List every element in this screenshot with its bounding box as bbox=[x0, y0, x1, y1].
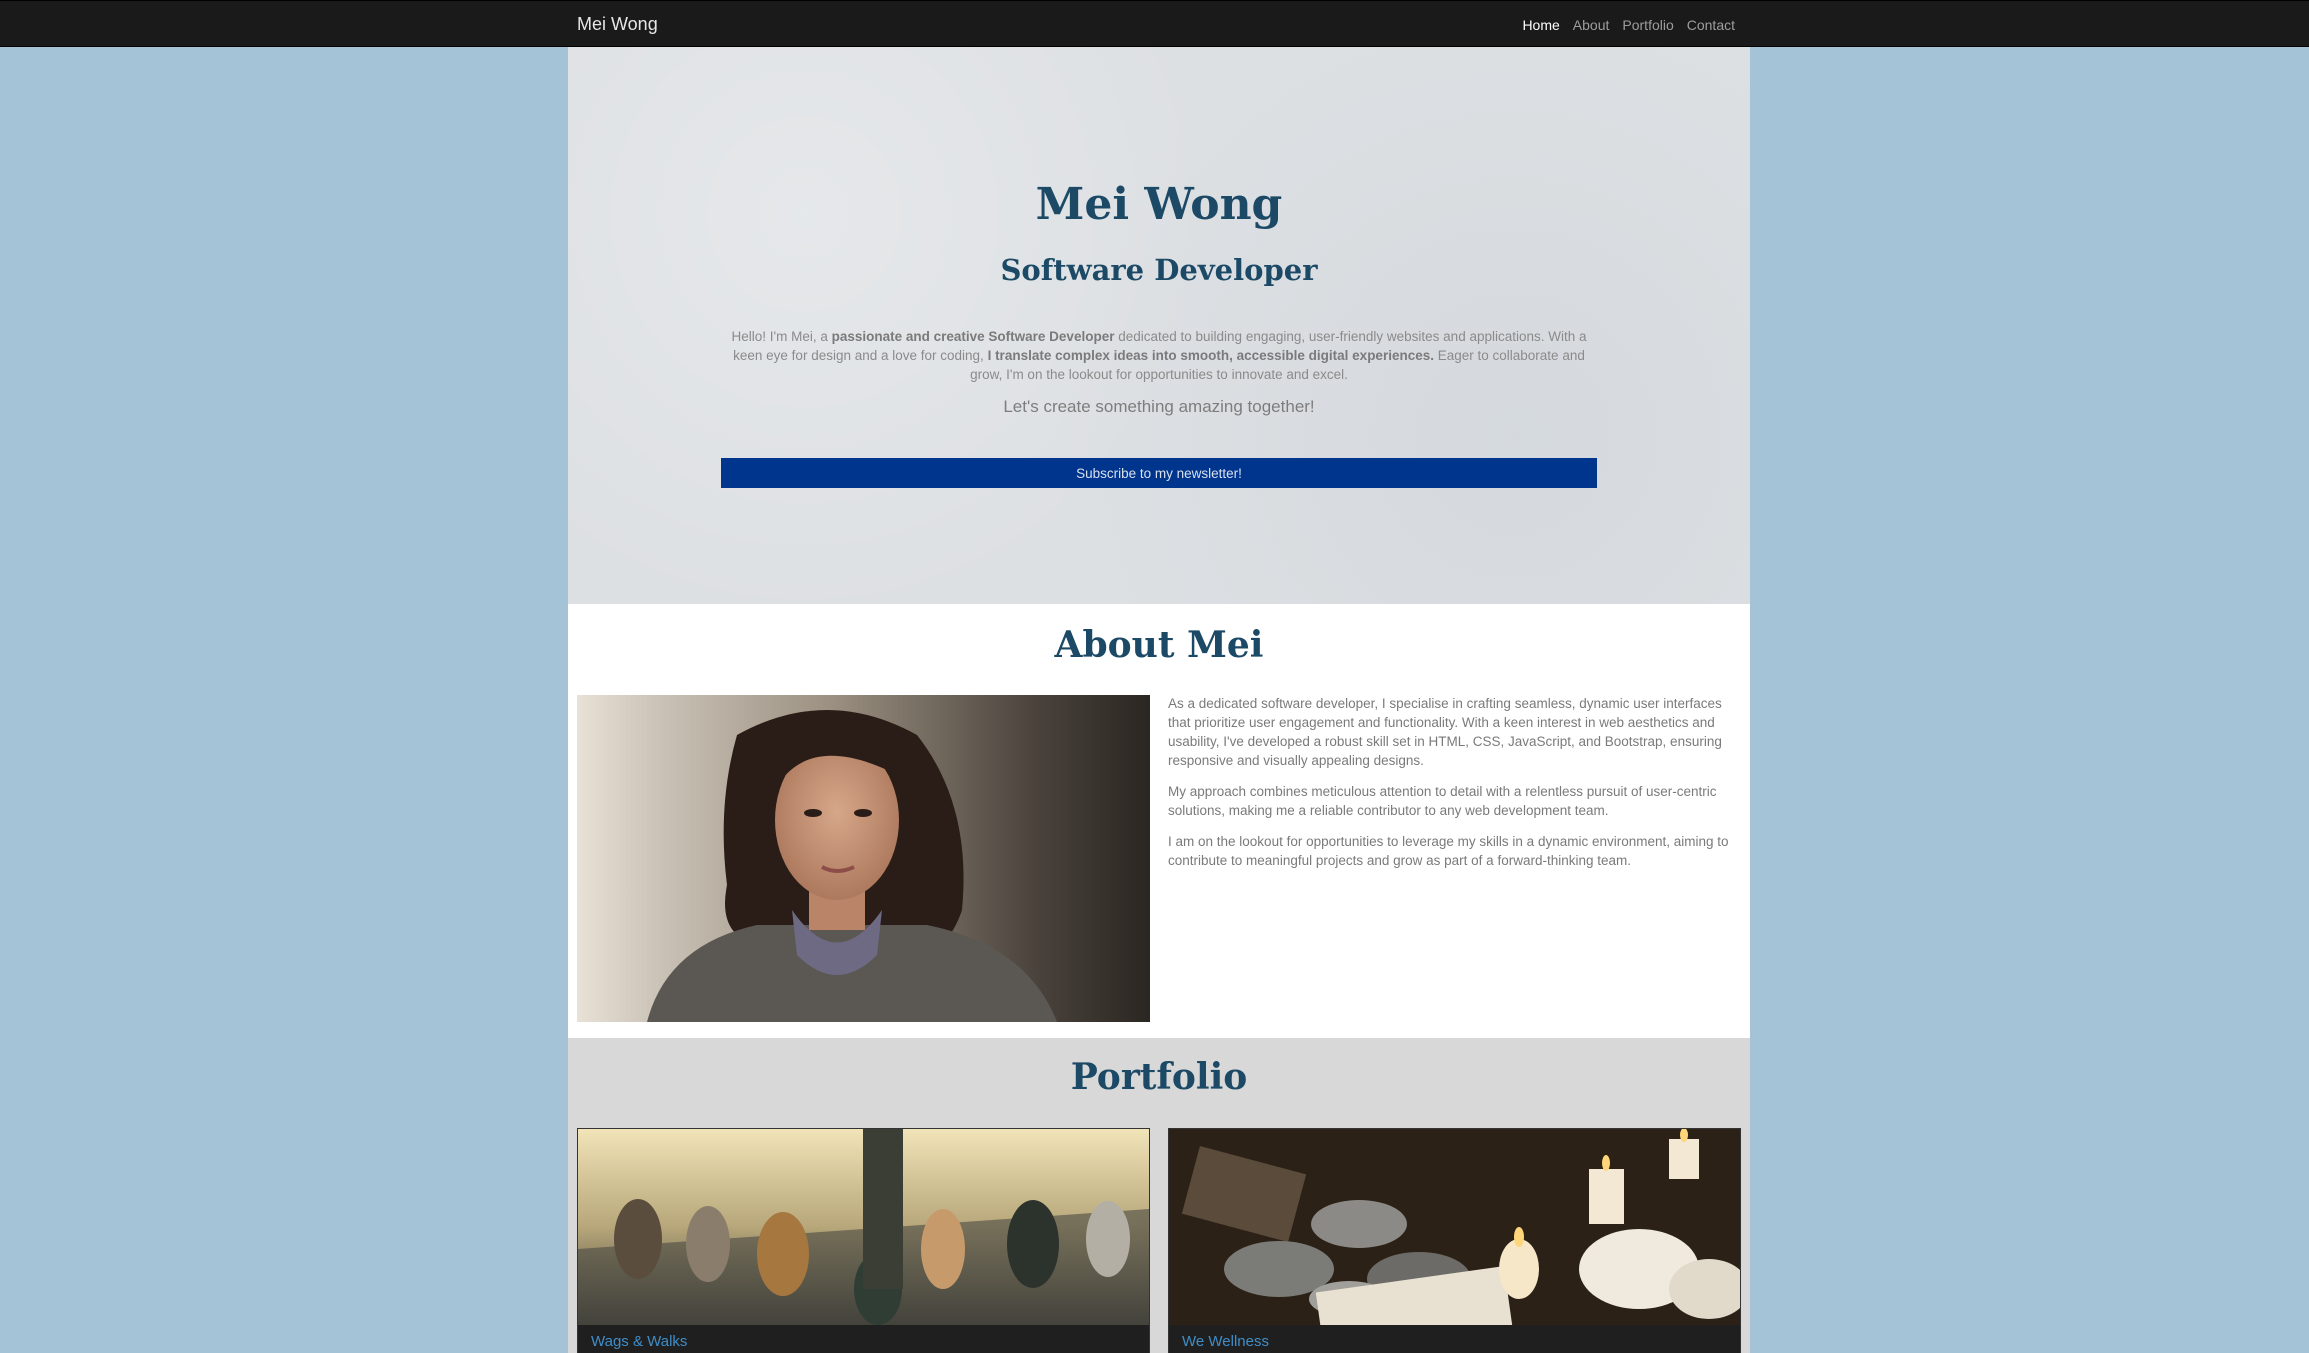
hero-intro: Hello! I'm Mei, a passionate and creativ… bbox=[723, 327, 1595, 384]
hero-section: Mei Wong Software Developer Hello! I'm M… bbox=[568, 47, 1750, 604]
portfolio-item-title[interactable]: Wags & Walks bbox=[591, 1333, 687, 1350]
about-text: As a dedicated software developer, I spe… bbox=[1168, 694, 1738, 882]
profile-photo bbox=[577, 695, 1150, 1022]
nav-link-about[interactable]: About bbox=[1573, 17, 1610, 33]
intro-text-1: Hello! I'm Mei, a bbox=[731, 329, 832, 344]
portfolio-card-wags-walks[interactable]: Wags & Walks bbox=[577, 1128, 1150, 1353]
about-paragraph: As a dedicated software developer, I spe… bbox=[1168, 696, 1722, 768]
about-paragraph: I am on the lookout for opportunities to… bbox=[1168, 834, 1729, 868]
page-container: Mei Wong Software Developer Hello! I'm M… bbox=[568, 47, 1750, 1353]
portfolio-title: Portfolio bbox=[1070, 1056, 1248, 1098]
portfolio-image-spa bbox=[1169, 1129, 1740, 1325]
intro-bold-2: I translate complex ideas into smooth, a… bbox=[987, 348, 1434, 363]
about-section: About Mei As a dedicated software develo… bbox=[568, 604, 1750, 1038]
portfolio-item-title[interactable]: We Wellness bbox=[1182, 1333, 1269, 1350]
hero-subtitle: Software Developer bbox=[1000, 253, 1318, 287]
dogs-walking-illustration bbox=[578, 1129, 1149, 1325]
nav-links: Home About Portfolio Contact bbox=[1522, 17, 1735, 33]
portfolio-section: Portfolio Wags & Walks We Wellness bbox=[568, 1038, 1750, 1353]
profile-photo-illustration bbox=[577, 695, 1150, 1022]
hero-title: Mei Wong bbox=[1035, 179, 1283, 230]
brand-link[interactable]: Mei Wong bbox=[577, 14, 658, 35]
intro-bold-1: passionate and creative Software Develop… bbox=[831, 329, 1115, 344]
about-paragraph: My approach combines meticulous attentio… bbox=[1168, 784, 1717, 818]
navbar: Mei Wong Home About Portfolio Contact bbox=[0, 0, 2309, 47]
subscribe-button[interactable]: Subscribe to my newsletter! bbox=[721, 458, 1597, 488]
hero-cta-text: Let's create something amazing together! bbox=[1003, 397, 1315, 416]
portfolio-card-we-wellness[interactable]: We Wellness bbox=[1168, 1128, 1741, 1353]
portfolio-image-dogs bbox=[578, 1129, 1149, 1325]
about-title: About Mei bbox=[1054, 624, 1264, 666]
spa-stones-illustration bbox=[1169, 1129, 1740, 1325]
nav-link-contact[interactable]: Contact bbox=[1687, 17, 1735, 33]
nav-link-home[interactable]: Home bbox=[1522, 17, 1559, 33]
nav-link-portfolio[interactable]: Portfolio bbox=[1622, 17, 1673, 33]
